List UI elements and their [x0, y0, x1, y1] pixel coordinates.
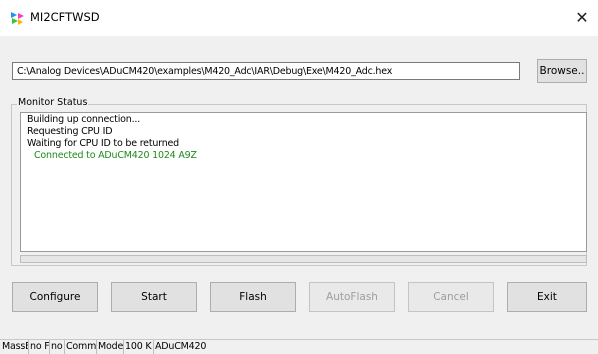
status-cell-baud: 100 K [124, 340, 154, 354]
monitor-log[interactable]: Building up connection... Requesting CPU… [20, 112, 587, 252]
exit-button[interactable]: Exit [507, 282, 587, 312]
configure-button[interactable]: Configure [12, 282, 98, 312]
title-bar: MI2CFTWSD ✕ [0, 0, 598, 36]
status-cell-mass-erase: MassE [2, 340, 29, 354]
app-icon [11, 12, 24, 25]
log-line: Building up connection... [27, 114, 141, 125]
window-title: MI2CFTWSD [30, 10, 100, 24]
status-cell-device: ADuCM420 [155, 341, 207, 352]
log-line: Requesting CPU ID [27, 126, 113, 137]
close-icon[interactable]: ✕ [572, 7, 592, 29]
hex-file-path-input[interactable] [12, 62, 520, 80]
monitor-status-label: Monitor Status [17, 97, 89, 108]
status-cell-comms: Commu [66, 340, 97, 354]
autoflash-button[interactable]: AutoFlash [309, 282, 395, 312]
progress-bar [20, 255, 587, 263]
flash-button[interactable]: Flash [210, 282, 296, 312]
log-line-connected: Connected to ADuCM420 1024 A9Z [34, 150, 197, 161]
start-button[interactable]: Start [111, 282, 197, 312]
status-cell-mode: Mode [98, 340, 124, 354]
log-line: Waiting for CPU ID to be returned [27, 138, 180, 149]
status-cell-file: no F [30, 340, 50, 354]
browse-button[interactable]: Browse.. [537, 59, 587, 83]
status-cell-no: no [50, 340, 65, 354]
status-bar: MassE no F no Commu Mode 100 K ADuCM420 [0, 339, 598, 354]
cancel-button[interactable]: Cancel [408, 282, 494, 312]
